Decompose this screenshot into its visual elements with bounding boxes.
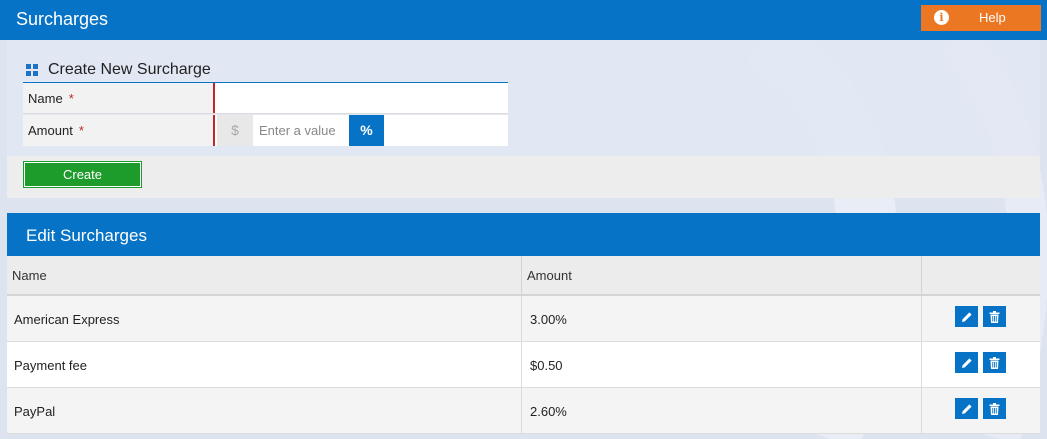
surcharges-table: Name Amount American Express 3.00% Payme… — [7, 256, 1040, 434]
row-amount: 3.00% — [522, 296, 922, 341]
create-surcharge-title: Create New Surcharge — [48, 61, 211, 78]
pencil-icon — [961, 357, 972, 368]
row-actions — [922, 342, 1040, 387]
create-button[interactable]: Create — [23, 161, 142, 188]
table-row: American Express 3.00% — [7, 296, 1040, 342]
trash-icon — [989, 356, 1000, 369]
row-name: PayPal — [7, 388, 522, 433]
page-title: Surcharges — [16, 9, 109, 29]
delete-button[interactable] — [983, 398, 1006, 419]
delete-button[interactable] — [983, 306, 1006, 327]
table-row: Payment fee $0.50 — [7, 342, 1040, 388]
dollar-toggle[interactable]: $ — [217, 115, 253, 146]
table-row: PayPal 2.60% — [7, 388, 1040, 434]
edit-surcharges-header: Edit Surcharges — [7, 213, 1040, 256]
edit-surcharges-title: Edit Surcharges — [26, 226, 147, 245]
row-actions — [922, 388, 1040, 433]
amount-input[interactable] — [253, 115, 349, 146]
pencil-icon — [961, 311, 972, 322]
name-label-text: Name — [28, 91, 63, 106]
delete-button[interactable] — [983, 352, 1006, 373]
required-mark: * — [68, 91, 74, 106]
row-amount: 2.60% — [522, 388, 922, 433]
amount-row: Amount * $ % — [23, 115, 508, 146]
name-label: Name * — [23, 83, 215, 113]
edit-button[interactable] — [955, 306, 978, 327]
row-amount: $0.50 — [522, 342, 922, 387]
pencil-icon — [961, 403, 972, 414]
create-surcharge-heading: Create New Surcharge — [26, 60, 211, 80]
row-name: Payment fee — [7, 342, 522, 387]
grid-icon — [26, 64, 38, 76]
row-name: American Express — [7, 296, 522, 341]
edit-button[interactable] — [955, 398, 978, 419]
page-header: Surcharges i Help — [0, 0, 1047, 40]
column-header-amount: Amount — [522, 256, 922, 294]
table-header: Name Amount — [7, 256, 1040, 296]
help-button-label: Help — [979, 10, 1006, 25]
create-surcharge-panel: Create New Surcharge Name * Amount * $ % C… — [7, 40, 1040, 198]
info-icon: i — [934, 10, 949, 25]
name-row: Name * — [23, 83, 508, 114]
amount-label-text: Amount — [28, 123, 73, 138]
name-input[interactable] — [217, 83, 508, 113]
create-footer: Create — [7, 156, 1040, 198]
column-header-actions — [922, 256, 1040, 294]
trash-icon — [989, 402, 1000, 415]
edit-button[interactable] — [955, 352, 978, 373]
row-actions — [922, 296, 1040, 341]
column-header-name: Name — [7, 256, 522, 294]
required-mark: * — [78, 123, 84, 138]
help-button[interactable]: i Help — [921, 5, 1041, 31]
trash-icon — [989, 310, 1000, 323]
amount-label: Amount * — [23, 115, 215, 146]
percent-toggle[interactable]: % — [349, 115, 384, 146]
